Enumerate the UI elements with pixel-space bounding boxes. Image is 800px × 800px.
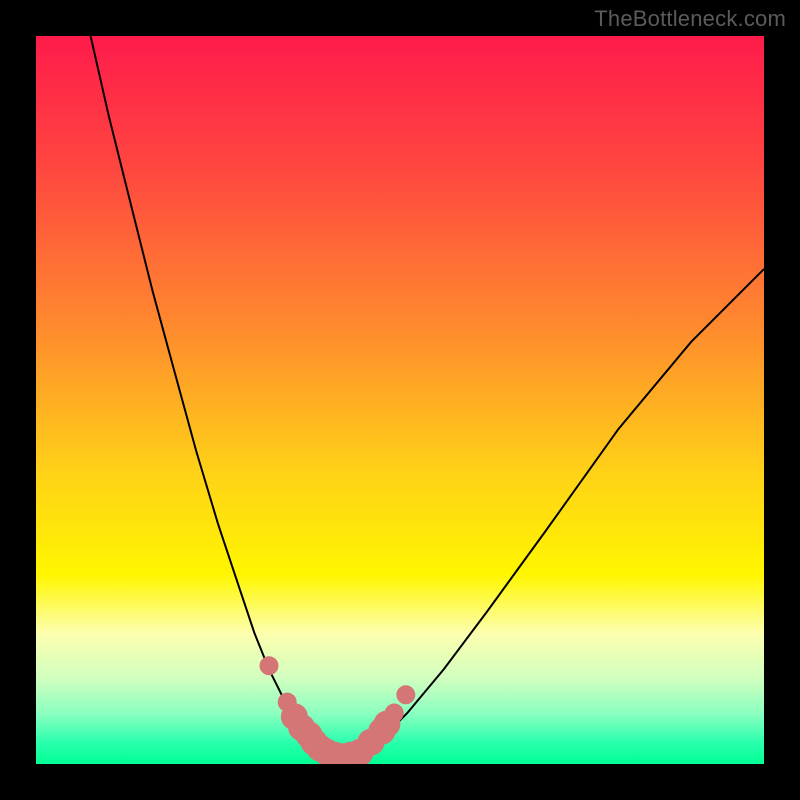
watermark-text: TheBottleneck.com	[594, 6, 786, 32]
plot-area	[36, 36, 764, 764]
marker-dot	[260, 657, 278, 675]
highlight-markers	[36, 36, 764, 764]
marker-dot	[397, 686, 415, 704]
marker-dot	[385, 704, 403, 722]
chart-stage: TheBottleneck.com	[0, 0, 800, 800]
